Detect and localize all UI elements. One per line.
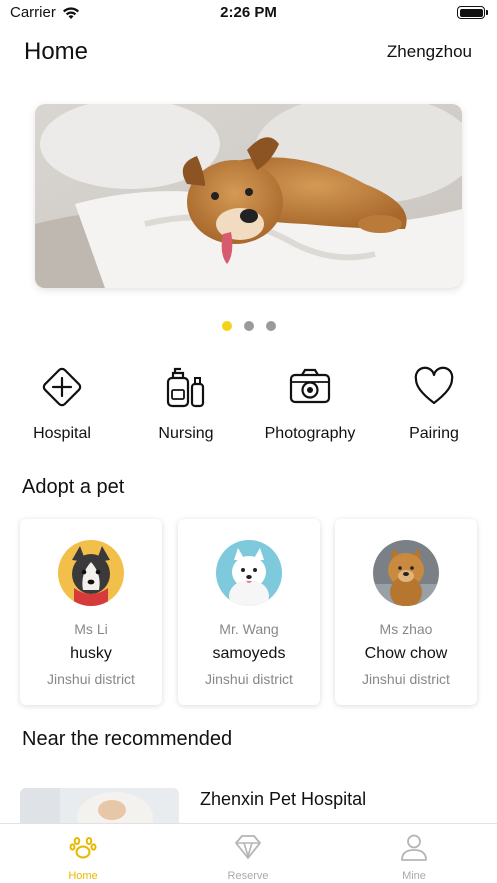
pet-district: Jinshui district	[47, 671, 135, 687]
pet-card[interactable]: Ms zhao Chow chow Jinshui district	[335, 519, 477, 705]
tab-label: Reserve	[227, 870, 269, 882]
city-selector[interactable]: Zhengzhou	[387, 42, 472, 62]
pet-breed: samoyeds	[212, 645, 286, 662]
banner-pagination	[0, 321, 497, 331]
pet-district: Jinshui district	[362, 671, 450, 687]
paw-icon	[69, 837, 97, 859]
pet-breed: husky	[70, 645, 112, 662]
pagination-dot-active[interactable]	[221, 321, 232, 331]
recommended-thumbnail[interactable]	[20, 788, 179, 828]
pet-district: Jinshui district	[205, 671, 293, 687]
tab-label: Home	[68, 870, 98, 882]
pet-owner: Ms zhao	[379, 621, 433, 637]
pet-card[interactable]: Mr. Wang samoyeds Jinshui district	[178, 519, 320, 705]
pagination-dot[interactable]	[265, 321, 276, 331]
page-title: Home	[24, 38, 89, 65]
category-nursing[interactable]: Nursing	[131, 364, 241, 443]
tab-reserve[interactable]: Reserve	[188, 832, 308, 882]
category-label: Photography	[264, 425, 356, 442]
pet-owner: Mr. Wang	[219, 621, 279, 637]
pet-avatar-samoyed	[216, 540, 282, 606]
category-label: Pairing	[409, 425, 459, 442]
heart-icon	[414, 366, 454, 405]
pet-owner: Ms Li	[74, 621, 108, 637]
hospital-photo	[20, 788, 179, 828]
banner-dog-image	[35, 104, 462, 288]
pet-avatar-husky	[58, 540, 124, 606]
pet-card[interactable]: Ms Li husky Jinshui district	[20, 519, 162, 705]
person-icon	[401, 834, 427, 861]
recommended-section-title: Near the recommended	[22, 728, 233, 750]
nursing-bottles-icon	[166, 367, 205, 408]
category-pairing[interactable]: Pairing	[379, 364, 489, 443]
recommended-item-name[interactable]: Zhenxin Pet Hospital	[200, 789, 366, 810]
pagination-dot[interactable]	[243, 321, 254, 331]
chow-chow-image	[373, 540, 439, 606]
status-bar: Carrier 2:26 PM	[0, 0, 497, 28]
camera-icon	[289, 368, 331, 404]
tab-home[interactable]: Home	[23, 832, 143, 882]
pet-breed: Chow chow	[364, 645, 448, 662]
tab-mine[interactable]: Mine	[354, 832, 474, 882]
category-label: Nursing	[158, 425, 214, 442]
samoyed-image	[216, 540, 282, 606]
pet-avatar-chow-chow	[373, 540, 439, 606]
status-time: 2:26 PM	[220, 4, 277, 21]
husky-image	[58, 540, 124, 606]
tab-label: Mine	[402, 870, 426, 882]
hospital-cross-icon	[42, 367, 82, 407]
battery-icon	[457, 6, 488, 19]
diamond-icon	[235, 835, 261, 859]
category-label: Hospital	[33, 425, 91, 442]
tab-bar: Home Reserve Mine	[0, 823, 497, 883]
category-photography[interactable]: Photography	[255, 364, 365, 443]
category-hospital[interactable]: Hospital	[7, 364, 117, 443]
adopt-section-title: Adopt a pet	[22, 476, 125, 498]
banner-carousel[interactable]	[35, 104, 462, 288]
